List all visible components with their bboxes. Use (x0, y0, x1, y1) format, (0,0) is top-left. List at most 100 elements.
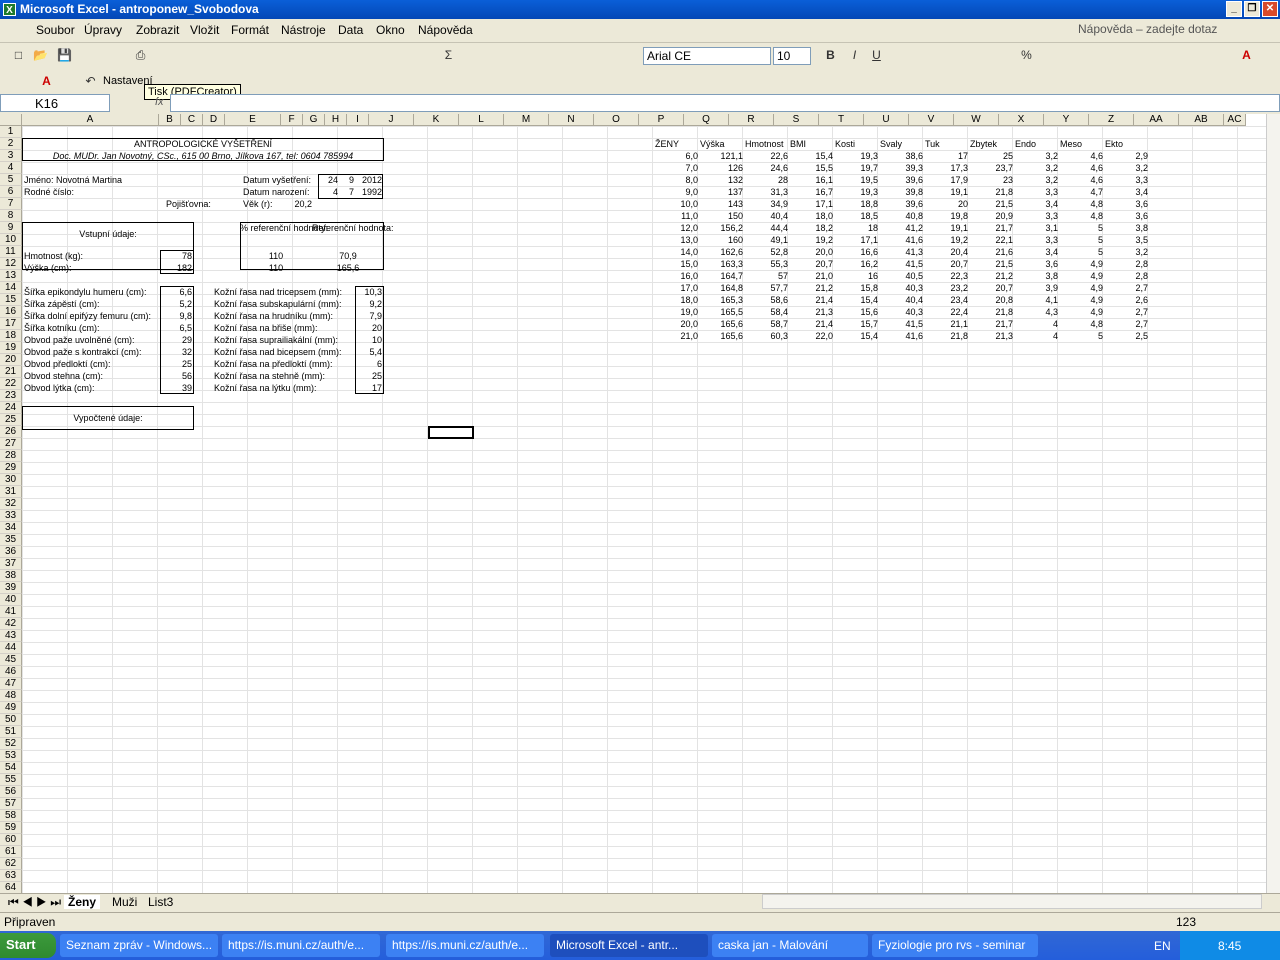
row-header[interactable]: 11 (0, 246, 22, 258)
column-header[interactable]: F (281, 114, 303, 126)
sheet-tab[interactable]: Muži (108, 895, 141, 909)
zeny-cell[interactable]: 40,3 (880, 306, 923, 318)
zeny-cell[interactable]: 13,0 (655, 234, 698, 246)
zeny-cell[interactable]: 40,8 (880, 210, 923, 222)
row-header[interactable]: 63 (0, 870, 22, 882)
zeny-cell[interactable]: 21,5 (970, 258, 1013, 270)
zeny-cell[interactable]: 165,3 (700, 294, 743, 306)
cell-label[interactable]: Obvod paže uvolněné (cm): (24, 334, 135, 346)
cell-label[interactable]: Kožní řasa na hrudníku (mm): (214, 310, 333, 322)
column-header[interactable]: AA (1134, 114, 1179, 126)
row-header[interactable]: 32 (0, 498, 22, 510)
row-header[interactable]: 15 (0, 294, 22, 306)
cell-title[interactable]: ANTROPOLOGICKÉ VYŠETŘENÍ (22, 138, 384, 150)
zeny-header[interactable]: ŽENY (655, 138, 700, 150)
zeny-cell[interactable]: 23,7 (970, 162, 1013, 174)
row-header[interactable]: 53 (0, 750, 22, 762)
row-header[interactable]: 30 (0, 474, 22, 486)
menu-item[interactable]: Zobrazit (136, 23, 179, 37)
row-header[interactable]: 21 (0, 366, 22, 378)
row-header[interactable]: 8 (0, 210, 22, 222)
row-header[interactable]: 13 (0, 270, 22, 282)
row-header[interactable]: 19 (0, 342, 22, 354)
vertical-scrollbar[interactable] (1266, 114, 1280, 893)
zeny-cell[interactable]: 21,3 (970, 330, 1013, 342)
column-header[interactable]: W (954, 114, 999, 126)
zeny-cell[interactable]: 20,7 (970, 282, 1013, 294)
row-header[interactable]: 57 (0, 798, 22, 810)
zeny-cell[interactable]: 14,0 (655, 246, 698, 258)
row-header[interactable]: 28 (0, 450, 22, 462)
row-header[interactable]: 22 (0, 378, 22, 390)
zeny-cell[interactable]: 164,7 (700, 270, 743, 282)
cell-label[interactable]: Šířka dolní epifýzy femuru (cm): (24, 310, 151, 322)
worksheet[interactable]: A B C D E F G H I J K L M N O P Q R S T U V W X Y Z AA AB AC 1234567… (0, 114, 1266, 893)
zeny-cell[interactable]: 34,9 (745, 198, 788, 210)
zeny-cell[interactable]: 2,8 (1105, 270, 1148, 282)
zeny-cell[interactable]: 5 (1060, 330, 1103, 342)
cell-pojistovna[interactable]: Pojišťovna: (166, 198, 211, 210)
cell-vek[interactable]: Věk (r): (243, 198, 273, 210)
cell-value[interactable]: 6,6 (160, 286, 192, 298)
zeny-cell[interactable]: 22,4 (925, 306, 968, 318)
formula-bar[interactable] (170, 94, 1280, 112)
row-header[interactable]: 61 (0, 846, 22, 858)
zeny-cell[interactable]: 163,3 (700, 258, 743, 270)
cell-dv-y[interactable]: 2012 (356, 174, 382, 186)
cell-value[interactable]: 10 (355, 334, 382, 346)
zeny-cell[interactable]: 156,2 (700, 222, 743, 234)
zeny-cell[interactable]: 4,7 (1060, 186, 1103, 198)
zeny-cell[interactable]: 16,7 (790, 186, 833, 198)
taskbar-item[interactable]: Fyziologie pro rvs - seminar (872, 934, 1038, 957)
row-header[interactable]: 4 (0, 162, 22, 174)
zeny-cell[interactable]: 150 (700, 210, 743, 222)
cell-value[interactable]: 29 (160, 334, 192, 346)
cell-dv-m[interactable]: 9 (338, 174, 354, 186)
zeny-cell[interactable]: 23,4 (925, 294, 968, 306)
menu-item[interactable]: Okno (376, 23, 405, 37)
zeny-cell[interactable]: 41,5 (880, 258, 923, 270)
cell-value[interactable]: 20 (355, 322, 382, 334)
zeny-cell[interactable]: 41,5 (880, 318, 923, 330)
zeny-cell[interactable]: 21,1 (925, 318, 968, 330)
sheet-tab[interactable]: List3 (144, 895, 177, 909)
zeny-cell[interactable]: 3,8 (1105, 222, 1148, 234)
zeny-cell[interactable]: 25 (970, 150, 1013, 162)
zeny-cell[interactable]: 21,8 (925, 330, 968, 342)
zeny-cell[interactable]: 20,7 (790, 258, 833, 270)
zeny-cell[interactable]: 41,6 (880, 330, 923, 342)
zeny-cell[interactable]: 3,2 (1015, 162, 1058, 174)
zeny-cell[interactable]: 165,6 (700, 318, 743, 330)
zeny-cell[interactable]: 2,7 (1105, 282, 1148, 294)
zeny-cell[interactable]: 3,2 (1105, 246, 1148, 258)
undo-icon[interactable]: ↶ (82, 73, 99, 90)
zeny-cell[interactable]: 55,3 (745, 258, 788, 270)
row-header[interactable]: 26 (0, 426, 22, 438)
zeny-cell[interactable]: 17,9 (925, 174, 968, 186)
zeny-cell[interactable]: 4,9 (1060, 270, 1103, 282)
zeny-cell[interactable]: 165,5 (700, 306, 743, 318)
zeny-cell[interactable]: 3,6 (1015, 258, 1058, 270)
zeny-header[interactable]: Ekto (1105, 138, 1150, 150)
font-color-icon[interactable]: A (1238, 47, 1255, 64)
zeny-cell[interactable]: 3,8 (1015, 270, 1058, 282)
row-header[interactable]: 20 (0, 354, 22, 366)
taskbar-item[interactable]: caska jan - Malování (712, 934, 868, 957)
cell-vek-v[interactable]: 20,2 (282, 198, 312, 210)
zeny-cell[interactable]: 18,0 (790, 210, 833, 222)
cell-value[interactable]: 6,5 (160, 322, 192, 334)
cell-value[interactable]: 7,9 (355, 310, 382, 322)
cell-doctor[interactable]: Doc. MUDr. Jan Novotný, CSc., 615 00 Brn… (22, 150, 384, 162)
cell-value[interactable]: 25 (160, 358, 192, 370)
zeny-cell[interactable]: 20,0 (790, 246, 833, 258)
zeny-cell[interactable]: 41,2 (880, 222, 923, 234)
cell-value[interactable]: 9,8 (160, 310, 192, 322)
column-header[interactable]: D (203, 114, 225, 126)
column-header[interactable]: M (504, 114, 549, 126)
zeny-cell[interactable]: 23 (970, 174, 1013, 186)
row-header[interactable]: 7 (0, 198, 22, 210)
cell-label[interactable]: Kožní řasa nad tricepsem (mm): (214, 286, 342, 298)
restore-button[interactable]: ❐ (1244, 1, 1260, 17)
zeny-cell[interactable]: 4,9 (1060, 306, 1103, 318)
zeny-cell[interactable]: 60,3 (745, 330, 788, 342)
